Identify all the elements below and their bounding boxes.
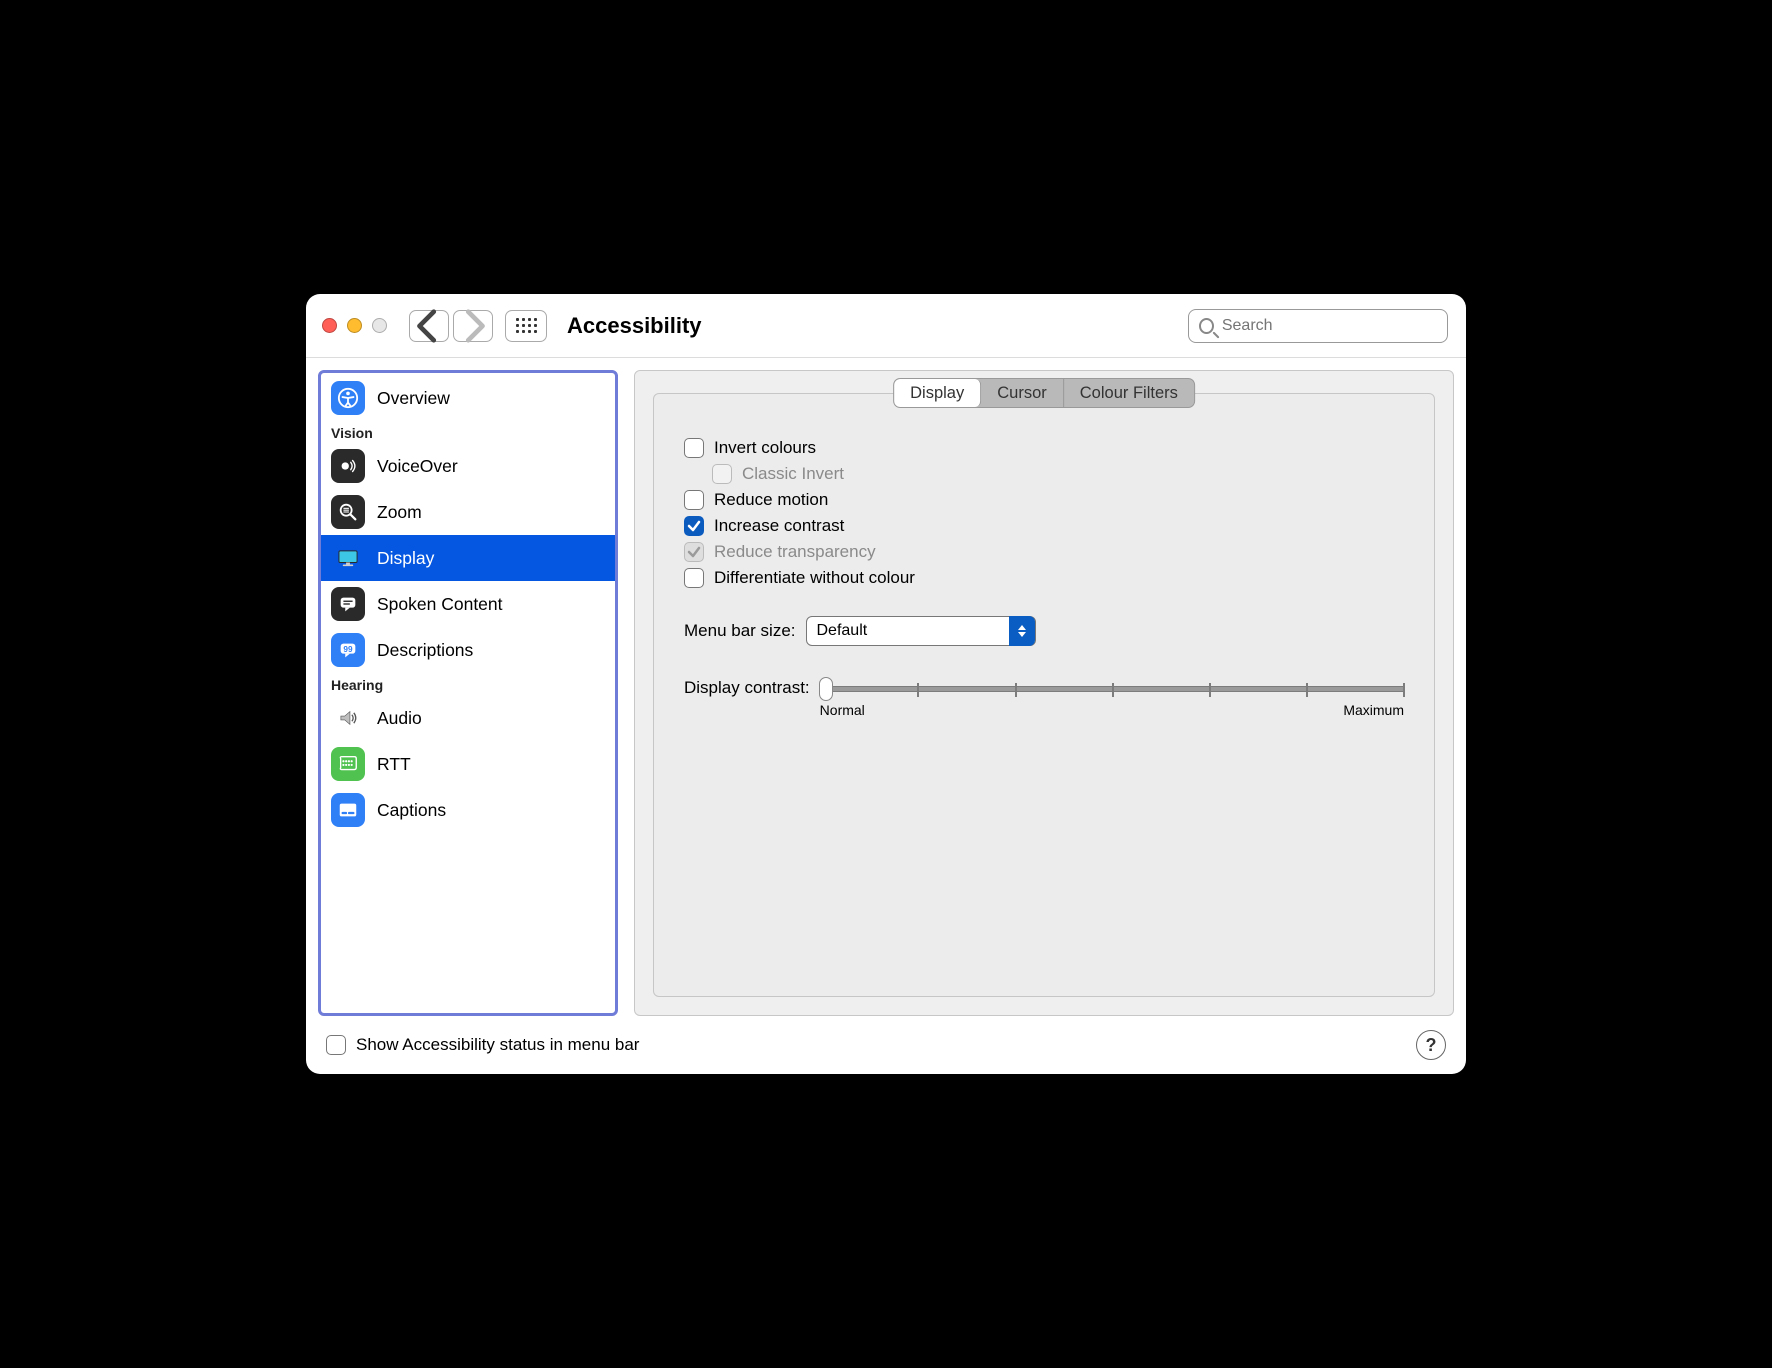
tab-display[interactable]: Display	[894, 379, 981, 407]
differentiate-label: Differentiate without colour	[714, 568, 915, 588]
sidebar-item-label: Display	[377, 548, 434, 569]
audio-icon	[331, 701, 365, 735]
increase-contrast-row: Increase contrast	[684, 516, 1404, 536]
sidebar-item-captions[interactable]: Captions	[321, 787, 615, 833]
reduce-transparency-row: Reduce transparency	[684, 542, 1404, 562]
forward-button[interactable]	[453, 310, 493, 342]
display-contrast-label: Display contrast:	[684, 678, 810, 698]
settings-tabs: Display Cursor Colour Filters	[893, 378, 1195, 408]
sidebar-item-label: Captions	[377, 800, 446, 821]
window-controls	[322, 318, 387, 333]
menu-bar-size-popup[interactable]: Default	[806, 616, 1036, 646]
sidebar-item-display[interactable]: Display	[321, 535, 615, 581]
sidebar-item-descriptions[interactable]: 99 Descriptions	[321, 627, 615, 673]
titlebar: Accessibility	[306, 294, 1466, 358]
reduce-transparency-label: Reduce transparency	[714, 542, 876, 562]
voiceover-icon	[331, 449, 365, 483]
differentiate-row: Differentiate without colour	[684, 568, 1404, 588]
reduce-motion-checkbox[interactable]	[684, 490, 704, 510]
display-icon	[331, 541, 365, 575]
reduce-transparency-checkbox	[684, 542, 704, 562]
descriptions-icon: 99	[331, 633, 365, 667]
menu-bar-size-label: Menu bar size:	[684, 621, 796, 641]
sidebar-item-zoom[interactable]: Zoom	[321, 489, 615, 535]
panels: Overview Vision VoiceOver Zoom	[318, 370, 1454, 1016]
reduce-motion-label: Reduce motion	[714, 490, 828, 510]
footer: Show Accessibility status in menu bar ?	[318, 1016, 1454, 1060]
invert-colours-checkbox[interactable]	[684, 438, 704, 458]
display-contrast-row: Display contrast:	[684, 678, 1404, 718]
sidebar-heading-hearing: Hearing	[321, 673, 615, 695]
reduce-motion-row: Reduce motion	[684, 490, 1404, 510]
tab-cursor[interactable]: Cursor	[981, 379, 1064, 407]
show-all-button[interactable]	[505, 310, 547, 342]
tab-colour-filters[interactable]: Colour Filters	[1064, 379, 1194, 407]
search-icon	[1199, 318, 1214, 334]
maximize-window-button[interactable]	[372, 318, 387, 333]
sidebar-item-spoken-content[interactable]: Spoken Content	[321, 581, 615, 627]
sidebar-item-label: VoiceOver	[377, 456, 458, 477]
display-options: Invert colours Classic Invert	[684, 438, 1404, 718]
sidebar[interactable]: Overview Vision VoiceOver Zoom	[318, 370, 618, 1016]
sidebar-item-label: Audio	[377, 708, 422, 729]
status-menu-bar-row: Show Accessibility status in menu bar	[326, 1035, 639, 1055]
grid-icon	[516, 318, 537, 333]
sidebar-item-voiceover[interactable]: VoiceOver	[321, 443, 615, 489]
accessibility-preferences-window: Accessibility Overview Vision	[306, 294, 1466, 1074]
zoom-icon	[331, 495, 365, 529]
main-panel: Display Cursor Colour Filters Invert col…	[634, 370, 1454, 1016]
differentiate-checkbox[interactable]	[684, 568, 704, 588]
display-settings-group: Display Cursor Colour Filters Invert col…	[653, 393, 1435, 997]
status-menu-bar-checkbox[interactable]	[326, 1035, 346, 1055]
slider-thumb[interactable]	[819, 677, 833, 701]
captions-icon	[331, 793, 365, 827]
status-menu-bar-label: Show Accessibility status in menu bar	[356, 1035, 639, 1055]
sidebar-item-label: Zoom	[377, 502, 422, 523]
svg-text:99: 99	[343, 645, 353, 654]
sidebar-item-rtt[interactable]: RTT	[321, 741, 615, 787]
sidebar-item-label: RTT	[377, 754, 411, 775]
sidebar-item-overview[interactable]: Overview	[321, 375, 615, 421]
classic-invert-label: Classic Invert	[742, 464, 844, 484]
sidebar-item-label: Spoken Content	[377, 594, 503, 615]
slider-min-label: Normal	[820, 702, 865, 718]
search-field[interactable]	[1188, 309, 1448, 343]
invert-colours-row: Invert colours	[684, 438, 1404, 458]
chevron-up-down-icon	[1009, 616, 1035, 646]
back-button[interactable]	[409, 310, 449, 342]
sidebar-item-label: Overview	[377, 388, 450, 409]
minimize-window-button[interactable]	[347, 318, 362, 333]
classic-invert-checkbox	[712, 464, 732, 484]
nav-buttons	[409, 310, 493, 342]
close-window-button[interactable]	[322, 318, 337, 333]
increase-contrast-checkbox[interactable]	[684, 516, 704, 536]
invert-colours-label: Invert colours	[714, 438, 816, 458]
rtt-icon	[331, 747, 365, 781]
display-contrast-slider[interactable]	[820, 686, 1404, 692]
spoken-content-icon	[331, 587, 365, 621]
body: Overview Vision VoiceOver Zoom	[306, 358, 1466, 1074]
help-icon: ?	[1426, 1035, 1437, 1056]
accessibility-icon	[331, 381, 365, 415]
menu-bar-size-value: Default	[817, 622, 868, 640]
classic-invert-row: Classic Invert	[712, 464, 1404, 484]
search-input[interactable]	[1222, 317, 1437, 335]
help-button[interactable]: ?	[1416, 1030, 1446, 1060]
increase-contrast-label: Increase contrast	[714, 516, 844, 536]
sidebar-item-label: Descriptions	[377, 640, 473, 661]
slider-max-label: Maximum	[1343, 702, 1404, 718]
sidebar-heading-vision: Vision	[321, 421, 615, 443]
sidebar-item-audio[interactable]: Audio	[321, 695, 615, 741]
menu-bar-size-row: Menu bar size: Default	[684, 616, 1404, 646]
window-title: Accessibility	[567, 313, 702, 339]
